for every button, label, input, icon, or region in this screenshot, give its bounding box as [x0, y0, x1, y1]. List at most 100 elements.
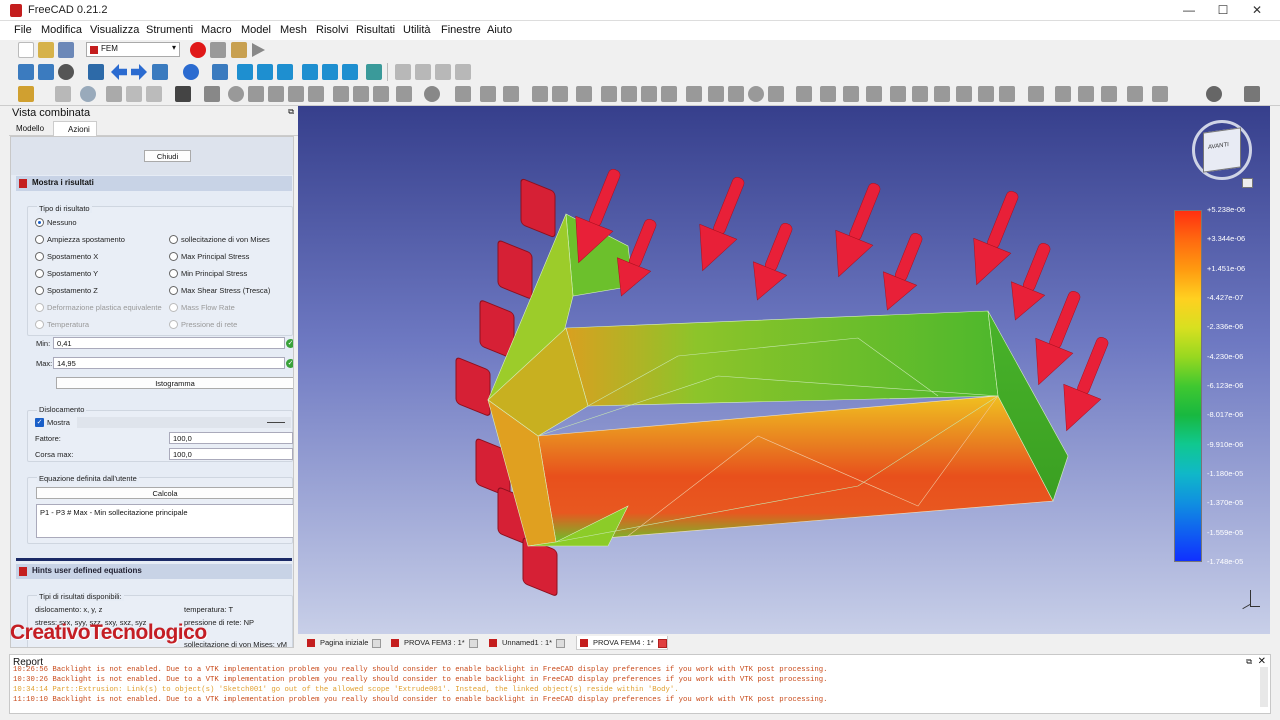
radio-spostamento-z[interactable] — [35, 286, 44, 295]
menu-risolvi[interactable]: Risolvi — [316, 24, 348, 36]
sectional-view-icon[interactable] — [1028, 86, 1044, 102]
radio-spostamento-x[interactable] — [35, 252, 44, 261]
paste-icon[interactable] — [146, 86, 162, 102]
result-show-icon[interactable] — [796, 86, 812, 102]
zoom-icon[interactable] — [183, 64, 199, 80]
max-field[interactable]: 14,95 — [53, 357, 285, 369]
std-view-icon[interactable] — [1206, 86, 1222, 102]
fit-all-icon[interactable] — [18, 64, 34, 80]
element-geometry-icon[interactable] — [308, 86, 324, 102]
stop-macro-icon[interactable] — [210, 42, 226, 58]
refresh-icon[interactable] — [80, 86, 96, 102]
mesh-group-icon[interactable] — [768, 86, 784, 102]
fixed-constraint-icon[interactable] — [373, 86, 389, 102]
view-right-icon[interactable] — [277, 64, 293, 80]
open-folder-icon[interactable] — [38, 42, 54, 58]
doc-tab-prova-fem3[interactable]: PROVA FEM3 : 1* — [388, 636, 478, 650]
transform-icon[interactable] — [576, 86, 592, 102]
shell-thickness-icon[interactable] — [353, 86, 369, 102]
fit-selection-icon[interactable] — [38, 64, 54, 80]
view-top-icon[interactable] — [257, 64, 273, 80]
solver-z88-icon[interactable] — [641, 86, 657, 102]
workbench-extra-icon[interactable] — [1244, 86, 1260, 102]
radio-spostamento-y[interactable] — [35, 269, 44, 278]
menu-visualizza[interactable]: Visualizza — [90, 24, 139, 36]
tab-azioni[interactable]: Azioni — [53, 121, 97, 136]
purge-results-icon[interactable] — [820, 86, 836, 102]
function-icon[interactable] — [999, 86, 1015, 102]
maximize-button[interactable]: ☐ — [1212, 2, 1234, 18]
factor-field[interactable]: 100,0 — [169, 432, 293, 444]
menu-strumenti[interactable]: Strumenti — [146, 24, 193, 36]
solver-run-icon[interactable] — [661, 86, 677, 102]
displacement-slider[interactable] — [77, 417, 291, 428]
material-icon[interactable] — [268, 86, 284, 102]
link-icon[interactable] — [435, 64, 451, 80]
mesh-icon[interactable] — [424, 86, 440, 102]
displacement-constraint-icon[interactable] — [480, 86, 496, 102]
radio-pressione-rete[interactable] — [169, 320, 178, 329]
macros-icon[interactable] — [231, 42, 247, 58]
undo-icon[interactable] — [18, 86, 34, 102]
group-icon[interactable] — [415, 64, 431, 80]
min-field[interactable]: 0,41 — [53, 337, 285, 349]
fem-analysis-icon[interactable] — [248, 86, 264, 102]
radio-mass-flow[interactable] — [169, 303, 178, 312]
link-actions-icon[interactable] — [455, 64, 471, 80]
calc-button[interactable]: Calcola — [36, 487, 293, 499]
fluid-material-icon[interactable] — [288, 86, 304, 102]
menu-modifica[interactable]: Modifica — [41, 24, 82, 36]
radio-max-shear[interactable] — [169, 286, 178, 295]
menu-aiuto[interactable]: Aiuto — [487, 24, 512, 36]
close-report-icon[interactable]: ✕ — [1258, 656, 1266, 667]
doc-tab-unnamed1[interactable]: Unnamed1 : 1* — [486, 636, 566, 650]
sphere-icon[interactable] — [228, 86, 244, 102]
maxrun-field[interactable]: 100,0 — [169, 448, 293, 460]
solver-ccx-icon[interactable] — [601, 86, 617, 102]
mesh-boundary-icon[interactable] — [748, 86, 764, 102]
view-bottom-icon[interactable] — [322, 64, 338, 80]
nav-cube-face[interactable]: AVANTI — [1203, 127, 1241, 173]
radio-deformazione-plastica[interactable] — [35, 303, 44, 312]
close-tab-icon[interactable] — [556, 638, 566, 648]
report-scrollbar[interactable] — [1260, 667, 1268, 707]
solver-elmer-icon[interactable] — [621, 86, 637, 102]
view-isometric-icon[interactable] — [212, 64, 228, 80]
draw-style-icon[interactable] — [58, 64, 74, 80]
copy-icon[interactable] — [126, 86, 142, 102]
menu-macro[interactable]: Macro — [201, 24, 232, 36]
close-window-button[interactable]: ✕ — [1246, 2, 1268, 18]
text-annotation-icon[interactable] — [204, 86, 220, 102]
plane-icon[interactable] — [1078, 86, 1094, 102]
histogram-button[interactable]: Istogramma — [56, 377, 293, 389]
heatflux-icon[interactable] — [532, 86, 548, 102]
redo-icon[interactable] — [55, 86, 71, 102]
nav-mini-cube-icon[interactable] — [1242, 178, 1253, 188]
slider-handle[interactable] — [267, 422, 285, 423]
3d-viewport[interactable]: AVANTI +5.238e-06 +3.344e-06 +1.451e-06 -4.… — [298, 106, 1270, 634]
view-rear-icon[interactable] — [302, 64, 318, 80]
minimize-button[interactable]: — — [1178, 2, 1200, 18]
show-checkbox[interactable]: ✓ — [35, 418, 44, 427]
radio-nessuno[interactable] — [35, 218, 44, 227]
cut-filter-icon[interactable] — [934, 86, 950, 102]
menu-model[interactable]: Model — [241, 24, 271, 36]
cut-icon[interactable] — [106, 86, 122, 102]
whats-this-icon[interactable] — [175, 86, 191, 102]
mesh-gmsh-icon[interactable] — [686, 86, 702, 102]
tab-modello[interactable]: Modello — [16, 124, 44, 133]
part-icon[interactable] — [395, 64, 411, 80]
radio-von-mises[interactable] — [169, 235, 178, 244]
glyph-icon[interactable] — [1127, 86, 1143, 102]
pressure-constraint-icon[interactable] — [455, 86, 471, 102]
back-arrow-icon[interactable] — [111, 64, 127, 80]
save-icon[interactable] — [58, 42, 74, 58]
pipeline-icon[interactable] — [843, 86, 859, 102]
data-at-point-icon[interactable] — [978, 86, 994, 102]
radio-max-principal[interactable] — [169, 252, 178, 261]
view-left-icon[interactable] — [342, 64, 358, 80]
view-front-icon[interactable] — [237, 64, 253, 80]
float-panel-icon[interactable]: ⧉ — [288, 107, 294, 117]
warp-filter-icon[interactable] — [866, 86, 882, 102]
menu-mesh[interactable]: Mesh — [280, 24, 307, 36]
